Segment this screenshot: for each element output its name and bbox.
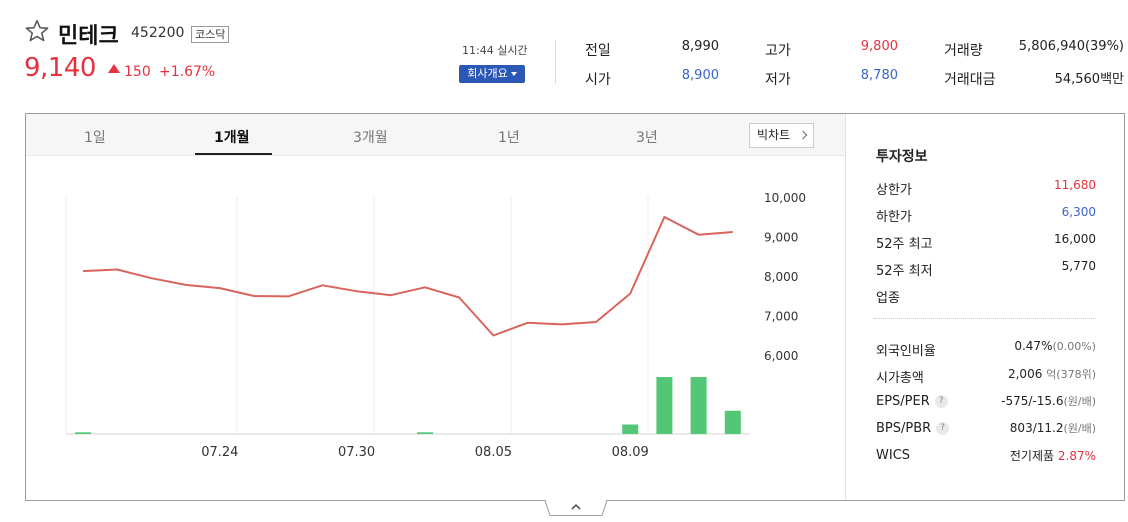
- info-label-upper-limit: 상한가: [876, 183, 912, 198]
- info-value-52w-low: 5,770: [1061, 259, 1096, 273]
- quote-value-prev-close: 8,990: [681, 39, 719, 54]
- company-overview-label: 회사개요: [467, 67, 508, 80]
- price-change-percent: +1.67%: [159, 64, 216, 80]
- market-cap-sub: 억(378위): [1046, 368, 1096, 381]
- tab-1d[interactable]: 1일: [84, 127, 106, 147]
- foreign-ratio-value: 0.47%: [1014, 339, 1053, 353]
- info-label-market-cap: 시가총액: [876, 371, 924, 386]
- info-label-eps-per: EPS/PER?: [876, 394, 948, 409]
- eps-per-value: -575/-15.6: [1001, 394, 1064, 408]
- panel-divider: [845, 114, 846, 500]
- quote-value-volume: 5,806,940(39%): [1018, 39, 1124, 54]
- quote-value-open: 8,900: [681, 68, 719, 83]
- tab-3y[interactable]: 3년: [636, 127, 658, 147]
- header-divider: [555, 40, 556, 84]
- info-value-bps-pbr: 803/11.2(원/배): [956, 420, 1096, 436]
- quote-label-open: 시가: [585, 72, 611, 88]
- y-tick-label: 7,000: [764, 310, 798, 324]
- info-label-industry: 업종: [876, 291, 900, 306]
- info-value-lower-limit: 6,300: [1061, 205, 1096, 219]
- quote-label-prev-close: 전일: [585, 43, 611, 59]
- info-label-52w-high: 52주 최고: [876, 237, 933, 252]
- volume-bars: [75, 377, 741, 434]
- tab-3m[interactable]: 3개월: [353, 127, 388, 147]
- volume-bar: [724, 410, 741, 434]
- info-value-foreign-ratio: 0.47%(0.00%): [956, 339, 1096, 353]
- info-label-lower-limit: 하한가: [876, 210, 912, 225]
- x-tick-label: 07.24: [201, 445, 238, 460]
- chevron-right-icon: [798, 130, 808, 140]
- volume-bar: [622, 424, 639, 434]
- info-label-foreign-ratio: 외국인비율: [876, 344, 936, 359]
- info-value-52w-high: 16,000: [1054, 232, 1096, 246]
- tab-1m[interactable]: 1개월: [214, 127, 250, 147]
- x-axis-ticks: 07.24 07.30 08.05 08.09: [201, 445, 649, 460]
- company-overview-button[interactable]: 회사개요: [459, 65, 525, 83]
- y-tick-label: 6,000: [764, 349, 798, 363]
- stock-name: 민테크: [58, 24, 119, 49]
- quote-value-low: 8,780: [860, 68, 898, 83]
- bps-pbr-sub: (원/배): [1063, 422, 1096, 435]
- market-cap-value: 2,006: [1007, 367, 1043, 381]
- y-tick-label: 10,000: [764, 191, 806, 205]
- collapse-toggle[interactable]: [545, 500, 607, 516]
- chart-gridlines: [65, 196, 750, 435]
- tab-1y[interactable]: 1년: [498, 127, 520, 147]
- info-value-upper-limit: 11,680: [1054, 178, 1096, 192]
- quote-label-volume: 거래량: [944, 43, 983, 59]
- quote-label-low: 저가: [765, 72, 791, 88]
- info-value-market-cap: 2,006 억(378위): [956, 366, 1096, 382]
- favorite-star-icon[interactable]: [24, 18, 50, 44]
- wics-value[interactable]: 전기제품: [1010, 449, 1054, 463]
- info-divider: [874, 318, 1096, 319]
- up-arrow-icon: [108, 64, 120, 73]
- eps-per-sub: (원/배): [1063, 395, 1096, 408]
- help-icon[interactable]: ?: [936, 422, 950, 435]
- info-label-bps-pbr: BPS/PBR?: [876, 421, 950, 436]
- realtime-label: 11:44 실시간: [462, 44, 528, 57]
- x-tick-label: 08.05: [475, 445, 512, 460]
- info-title: 투자정보: [876, 149, 928, 165]
- price-chart: 10,000 9,000 8,000 7,000 6,000 07.24 07.30 08.…: [65, 191, 806, 460]
- period-tabs: 1일 1개월 3개월 1년 3년 빅차트: [26, 114, 845, 156]
- chart-panel: 1일 1개월 3개월 1년 3년 빅차트 10,000 9,000 8,000 7,0…: [25, 113, 1125, 501]
- x-tick-label: 07.30: [338, 445, 375, 460]
- market-badge: 코스닥: [191, 26, 230, 43]
- eps-per-label: EPS/PER: [876, 394, 930, 409]
- y-tick-label: 9,000: [764, 231, 798, 245]
- volume-bar: [75, 432, 91, 434]
- price-change: 150: [124, 64, 151, 80]
- y-tick-label: 8,000: [764, 270, 798, 284]
- caret-down-icon: [510, 72, 517, 76]
- y-axis-ticks: 10,000 9,000 8,000 7,000 6,000: [764, 191, 806, 363]
- help-icon[interactable]: ?: [934, 395, 948, 408]
- quote-value-trade-value: 54,560백만: [1054, 72, 1124, 87]
- big-chart-label: 빅차트: [757, 128, 791, 142]
- price-line: [82, 216, 733, 337]
- info-label-wics: WICS: [876, 448, 911, 463]
- quote-value-high: 9,800: [860, 39, 898, 54]
- bps-pbr-label: BPS/PBR: [876, 421, 932, 436]
- price-series-line: [82, 216, 733, 337]
- big-chart-button[interactable]: 빅차트: [749, 123, 814, 148]
- active-tab-indicator: [195, 153, 272, 155]
- quote-label-high: 고가: [765, 43, 791, 59]
- stock-code: 452200: [131, 25, 185, 41]
- current-price: 9,140: [24, 53, 96, 83]
- info-label-52w-low: 52주 최저: [876, 264, 933, 279]
- info-value-wics: 전기제품 2.87%: [956, 447, 1096, 464]
- bps-pbr-value: 803/11.2: [1009, 421, 1064, 435]
- info-value-eps-per: -575/-15.6(원/배): [956, 393, 1096, 409]
- foreign-ratio-sub: (0.00%): [1052, 340, 1096, 353]
- volume-bar: [417, 432, 433, 434]
- volume-bar: [690, 377, 707, 434]
- quote-label-trade-value: 거래대금: [944, 72, 996, 88]
- wics-pct: 2.87%: [1057, 449, 1096, 463]
- x-tick-label: 08.09: [612, 445, 649, 460]
- volume-bar: [656, 377, 673, 434]
